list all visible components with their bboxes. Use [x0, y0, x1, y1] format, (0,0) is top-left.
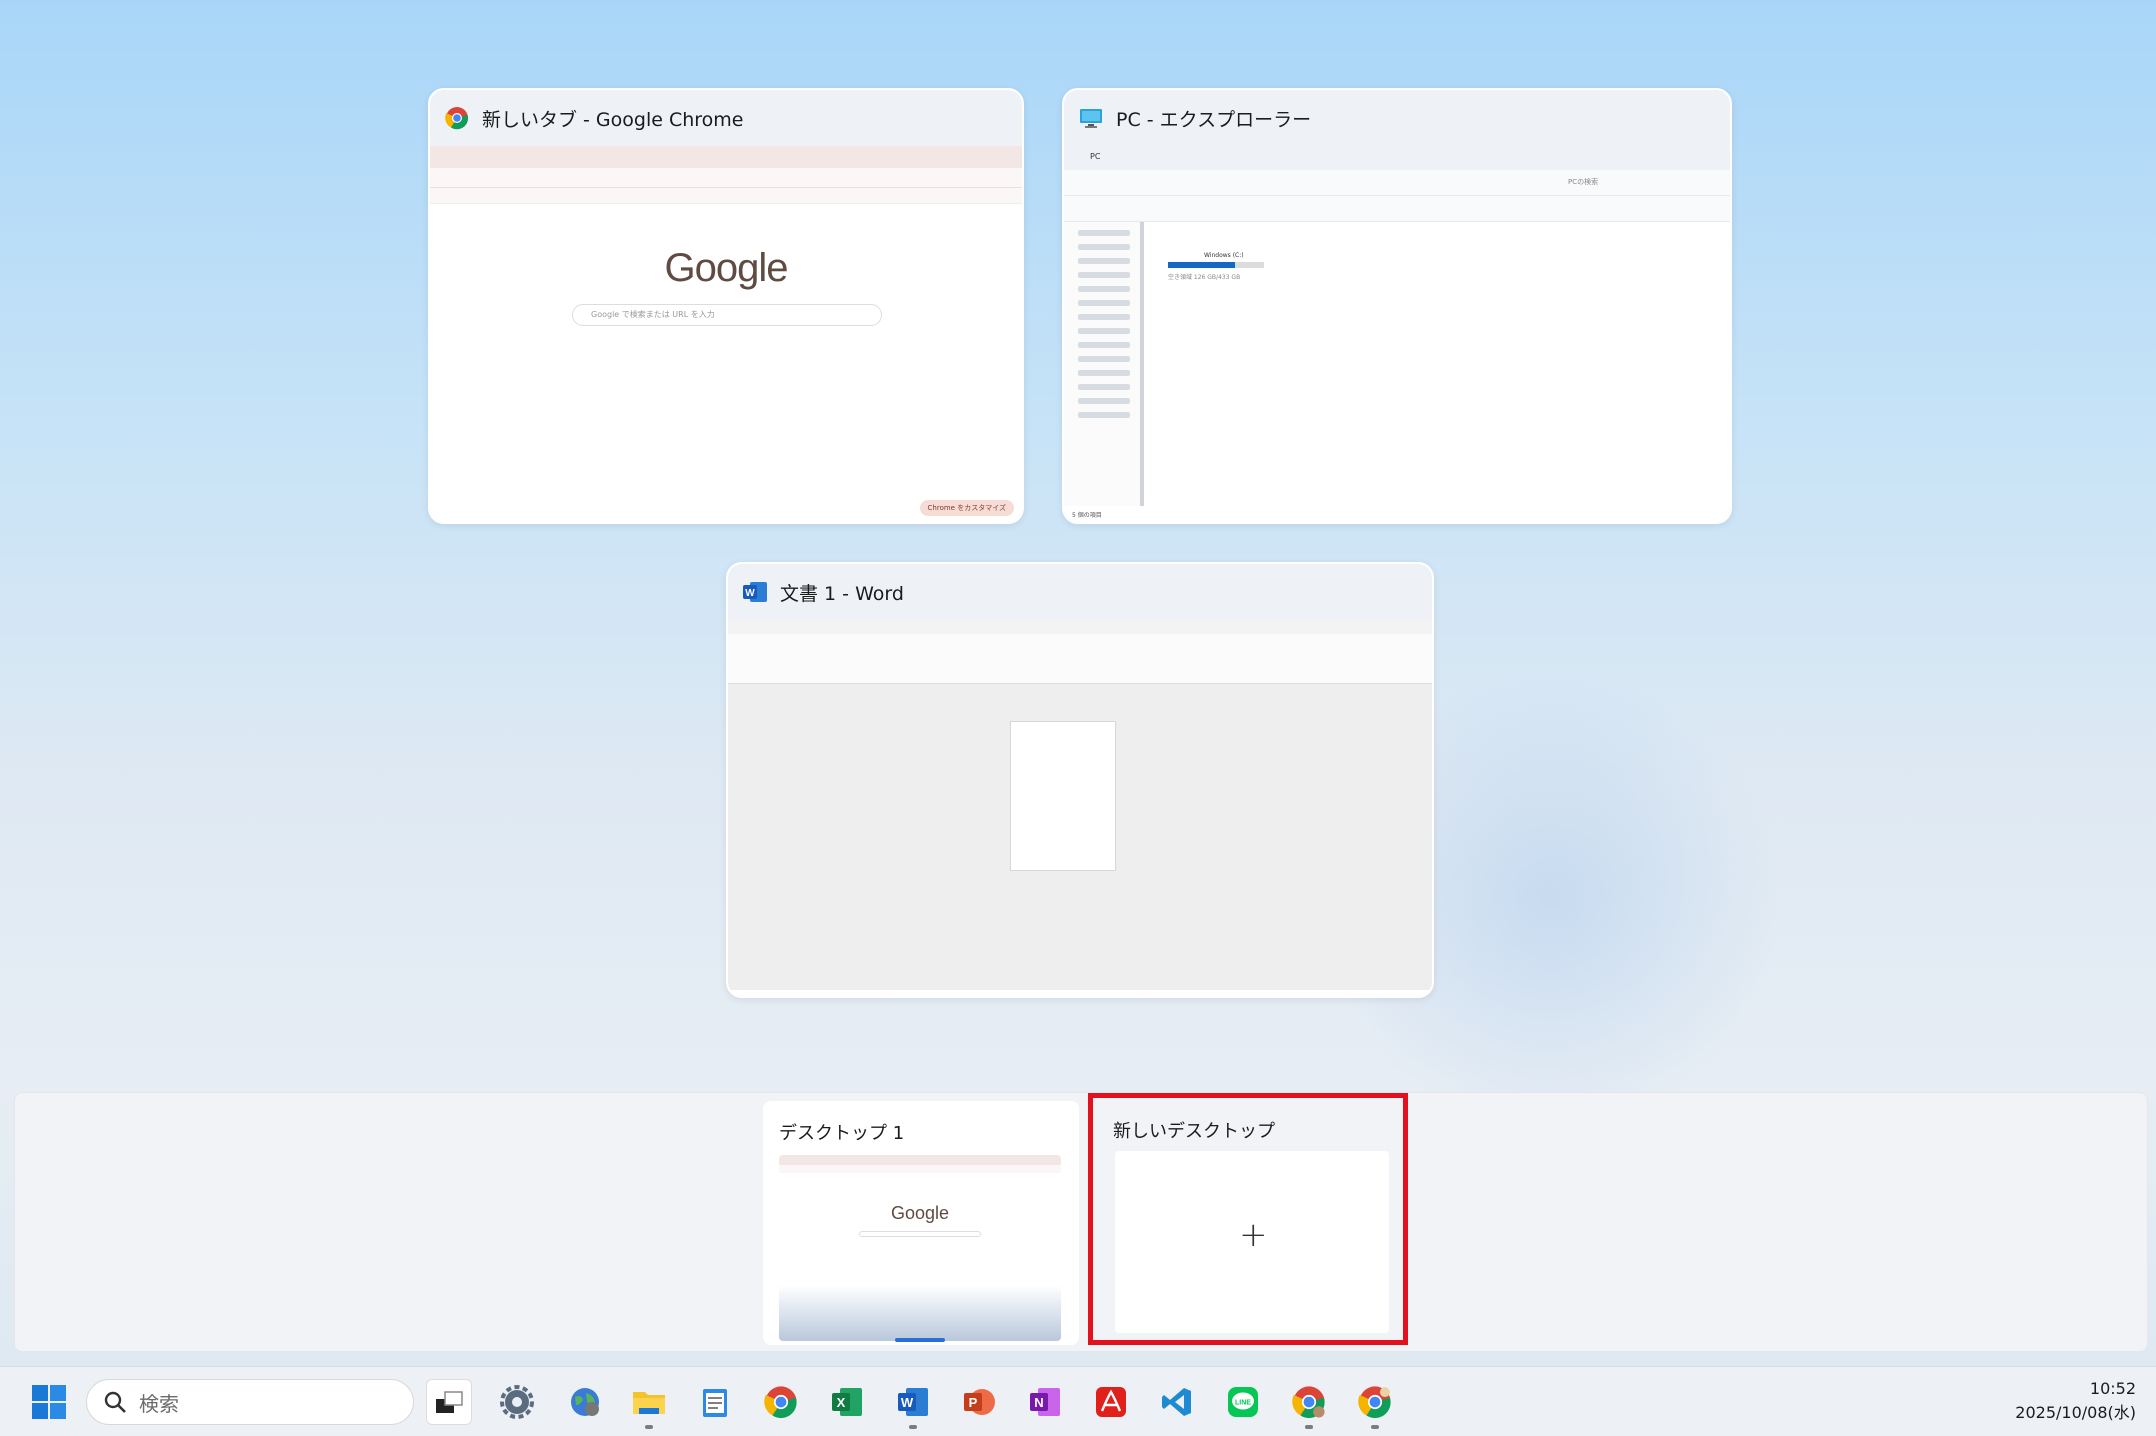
chrome-icon — [444, 105, 470, 131]
vscode-icon — [1162, 1388, 1191, 1416]
start-button[interactable] — [26, 1379, 72, 1425]
desktop-1-thumbnail: Google — [779, 1155, 1061, 1341]
word-thumbnail[interactable] — [728, 620, 1432, 996]
folder-icon — [633, 1392, 665, 1414]
chrome-bookmarks — [430, 188, 1022, 204]
window-explorer-title: PC - エクスプローラー — [1116, 108, 1312, 131]
chrome-thumbnail[interactable]: Google Google で検索または URL を入力 Chrome をカスタ… — [430, 146, 1022, 522]
word-titlebar — [728, 620, 1432, 634]
google-logo: Google — [664, 246, 789, 290]
search-icon — [104, 1391, 126, 1413]
task-view-icon — [436, 1391, 463, 1413]
onenote-icon: N — [1030, 1388, 1060, 1416]
explorer-search: PCの検索 — [1568, 178, 1599, 186]
powerpoint-icon: P — [964, 1389, 995, 1415]
taskbar-line[interactable]: LINE — [1220, 1379, 1266, 1425]
taskbar-chrome[interactable] — [758, 1379, 804, 1425]
window-chrome-title: 新しいタブ - Google Chrome — [482, 108, 744, 131]
windows-logo-icon — [32, 1385, 66, 1419]
svg-text:P: P — [969, 1395, 978, 1410]
svg-text:W: W — [745, 588, 755, 599]
notepad-icon — [703, 1389, 727, 1417]
taskbar-settings[interactable] — [494, 1379, 540, 1425]
task-view-button[interactable] — [426, 1379, 472, 1425]
word-canvas — [728, 684, 1432, 990]
globe-icon — [571, 1388, 599, 1416]
chrome-icon — [1358, 1386, 1391, 1418]
taskbar-search-placeholder: 検索 — [139, 1391, 179, 1416]
explorer-navpane — [1064, 222, 1144, 506]
taskbar-search[interactable]: 検索 — [86, 1379, 414, 1425]
taskbar-chrome-2[interactable] — [1286, 1379, 1332, 1429]
drive-label: Windows (C:) — [1204, 252, 1244, 259]
chrome-addressbar — [430, 168, 1022, 188]
active-desktop-indicator — [895, 1338, 945, 1342]
chrome-tabstrip — [430, 146, 1022, 168]
svg-text:N: N — [1034, 1395, 1043, 1410]
line-icon: LINE — [1228, 1387, 1258, 1417]
monitor-icon — [1078, 105, 1104, 131]
window-explorer[interactable]: PC - エクスプローラー PC PCの検索 Windows (C:) 空き領域… — [1062, 88, 1732, 524]
taskbar-vscode[interactable] — [1154, 1379, 1200, 1425]
clock-time: 10:52 — [2089, 1379, 2136, 1398]
explorer-tabstrip: PC — [1064, 146, 1730, 170]
explorer-thumbnail[interactable]: PC PCの検索 Windows (C:) 空き領域 126 GB/433 GB… — [1064, 146, 1730, 522]
taskbar-powerpoint[interactable]: P — [956, 1379, 1002, 1425]
window-word-titlebar: W 文書 1 - Word — [728, 564, 1432, 620]
chrome-customize-button: Chrome をカスタマイズ — [919, 500, 1014, 516]
desktop-1[interactable]: デスクトップ 1 Google — [763, 1101, 1079, 1345]
word-ribbon — [728, 634, 1432, 684]
gear-icon — [500, 1385, 534, 1419]
taskbar-file-explorer[interactable] — [626, 1379, 672, 1429]
taskbar-chrome-3[interactable] — [1352, 1379, 1398, 1429]
taskbar: 検索 X W P N LINE 10:52 2025/10/08(水) — [0, 1366, 2156, 1436]
taskbar-excel[interactable]: X — [824, 1379, 870, 1425]
window-chrome-titlebar: 新しいタブ - Google Chrome — [430, 90, 1022, 146]
explorer-addressbar: PCの検索 — [1064, 170, 1730, 196]
desktop-1-google-logo: Google — [890, 1203, 950, 1223]
window-chrome[interactable]: 新しいタブ - Google Chrome Google Google で検索ま… — [428, 88, 1024, 524]
google-search-box: Google で検索または URL を入力 — [572, 304, 882, 326]
chrome-icon — [1292, 1386, 1325, 1418]
taskbar-globe-app[interactable] — [562, 1379, 608, 1425]
virtual-desktop-bar: デスクトップ 1 Google 新しいデスクトップ + — [14, 1092, 2148, 1352]
acrobat-icon — [1096, 1387, 1126, 1417]
explorer-tab: PC — [1090, 152, 1101, 161]
window-word-title: 文書 1 - Word — [780, 582, 904, 605]
svg-text:LINE: LINE — [1235, 1400, 1251, 1407]
window-explorer-titlebar: PC - エクスプローラー — [1064, 90, 1730, 146]
taskbar-clock[interactable]: 10:52 2025/10/08(水) — [2015, 1377, 2136, 1425]
svg-text:X: X — [837, 1395, 846, 1410]
taskbar-onenote[interactable]: N — [1022, 1379, 1068, 1425]
drive-usage-bar — [1168, 262, 1264, 268]
excel-icon: X — [832, 1388, 862, 1416]
desktop-1-label: デスクトップ 1 — [779, 1123, 905, 1144]
taskbar-acrobat[interactable] — [1088, 1379, 1134, 1425]
new-desktop-highlight — [1088, 1093, 1408, 1345]
drive-free-space: 空き領域 126 GB/433 GB — [1168, 274, 1241, 281]
taskbar-notepad[interactable] — [692, 1379, 738, 1425]
taskbar-word[interactable]: W — [890, 1379, 936, 1429]
word-page — [1010, 721, 1116, 871]
clock-date: 2025/10/08(水) — [2015, 1403, 2136, 1422]
word-icon: W — [898, 1388, 928, 1416]
svg-text:W: W — [901, 1395, 914, 1410]
explorer-commandbar — [1064, 196, 1730, 222]
explorer-status: 5 個の項目 — [1072, 512, 1102, 519]
chrome-icon — [764, 1386, 797, 1418]
window-word[interactable]: W 文書 1 - Word — [726, 562, 1434, 998]
word-icon: W — [742, 579, 768, 605]
